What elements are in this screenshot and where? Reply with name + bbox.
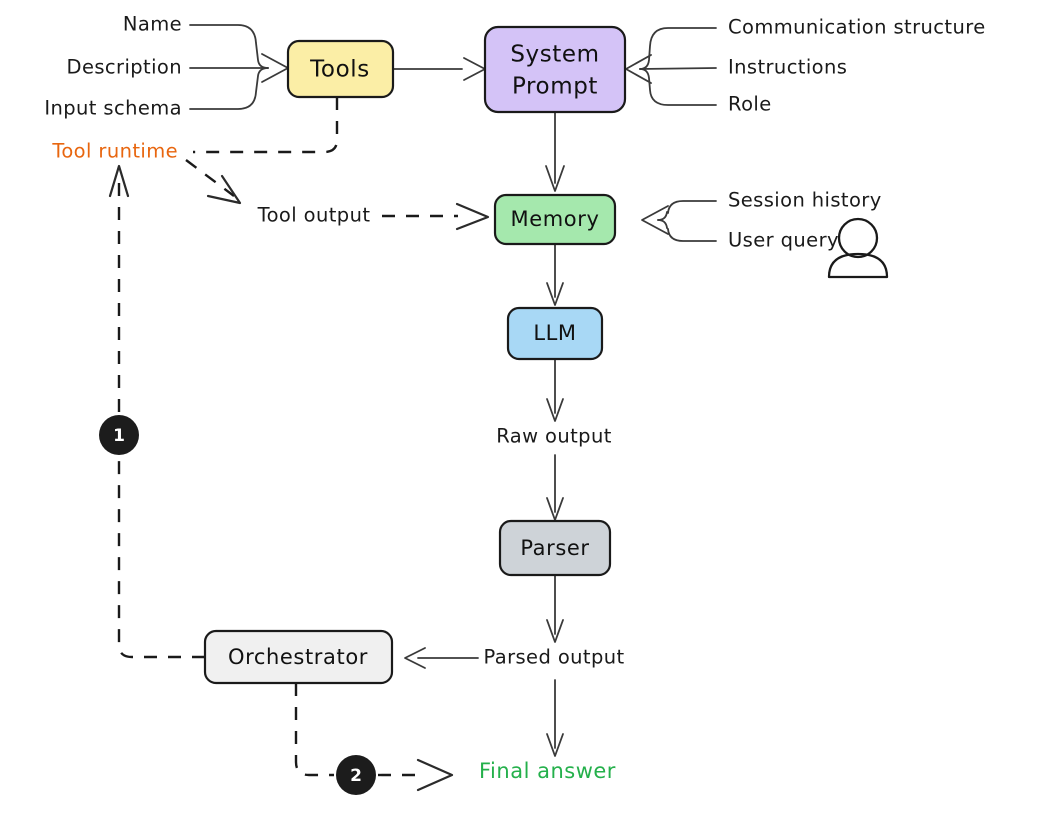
- arrowhead-into-memory: [641, 205, 669, 235]
- label-tool-input-name: Name: [123, 13, 182, 36]
- arrowhead: [455, 202, 490, 231]
- label-tool-input-description: Description: [67, 56, 182, 79]
- system-prompt-to-memory-edge: [545, 112, 565, 192]
- parsed-output-to-orchestrator-edge: [404, 647, 479, 669]
- connector-user-query: [657, 219, 717, 242]
- label-tool-runtime: Tool runtime: [51, 140, 178, 163]
- node-system-prompt-label-line1: System: [510, 42, 599, 68]
- arrowhead-into-final-answer: [416, 758, 454, 792]
- connector-communication-structure: [639, 27, 717, 70]
- parsed-output-to-final-answer-edge: [546, 679, 564, 757]
- label-role: Role: [728, 93, 772, 116]
- label-raw-output: Raw output: [496, 425, 612, 448]
- step-badge-1-label: 1: [113, 426, 125, 446]
- node-memory-label: Memory: [510, 207, 599, 231]
- label-user-query: User query: [728, 229, 839, 252]
- connector-instructions: [639, 67, 717, 70]
- label-tool-input-input-schema: Input schema: [44, 97, 182, 120]
- parser-to-parsed-output-edge: [546, 574, 564, 643]
- label-instructions: Instructions: [728, 56, 847, 79]
- node-llm-label: LLM: [533, 321, 576, 345]
- node-tools[interactable]: Tools: [286, 39, 395, 99]
- llm-to-raw-output-edge: [546, 358, 564, 422]
- system-prompt-inputs-connector-group: [625, 27, 717, 106]
- step-badge-2: 2: [336, 755, 376, 795]
- node-system-prompt-label-line2: Prompt: [512, 74, 598, 100]
- tool-output-to-memory-edge: [382, 202, 490, 231]
- arrowhead: [463, 57, 486, 81]
- node-parser[interactable]: Parser: [498, 519, 612, 577]
- memory-to-llm-edge: [546, 243, 564, 306]
- step-badge-1: 1: [99, 415, 139, 455]
- label-communication-structure: Communication structure: [728, 16, 986, 39]
- tools-to-system-prompt-edge: [392, 57, 486, 81]
- node-system-prompt[interactable]: System Prompt: [483, 25, 627, 114]
- label-session-history: Session history: [728, 189, 882, 212]
- connector-session-history: [657, 200, 717, 221]
- tool-runtime-to-tool-output-edge: [185, 159, 242, 205]
- connector-role: [639, 68, 717, 106]
- agent-architecture-diagram: Tools System Prompt Memory LLM Parser Or…: [0, 0, 1050, 815]
- node-orchestrator-label: Orchestrator: [228, 645, 368, 669]
- node-memory[interactable]: Memory: [493, 193, 617, 246]
- node-orchestrator[interactable]: Orchestrator: [203, 629, 394, 685]
- step-badge-2-label: 2: [350, 766, 362, 786]
- node-parser-label: Parser: [520, 536, 589, 560]
- label-tool-output: Tool output: [257, 204, 371, 227]
- edge-dashed-line-lower: [117, 458, 205, 659]
- edge-dashed-line: [193, 97, 339, 154]
- edge-dashed-line: [185, 159, 235, 197]
- edge-dashed-line-left: [294, 683, 334, 777]
- connector-name-to-tools: [189, 24, 269, 69]
- node-llm[interactable]: LLM: [506, 306, 604, 361]
- tools-to-tool-runtime-edge: [193, 97, 339, 154]
- node-tools-label: Tools: [309, 57, 370, 83]
- label-parsed-output: Parsed output: [483, 646, 624, 669]
- label-final-answer: Final answer: [479, 759, 616, 783]
- memory-inputs-connector-group: [641, 200, 717, 242]
- orchestrator-to-tool-runtime-loop: [108, 164, 205, 659]
- raw-output-to-parser-edge: [546, 454, 564, 521]
- tool-inputs-connector-group: [189, 24, 289, 110]
- connector-input-schema-to-tools: [189, 67, 269, 110]
